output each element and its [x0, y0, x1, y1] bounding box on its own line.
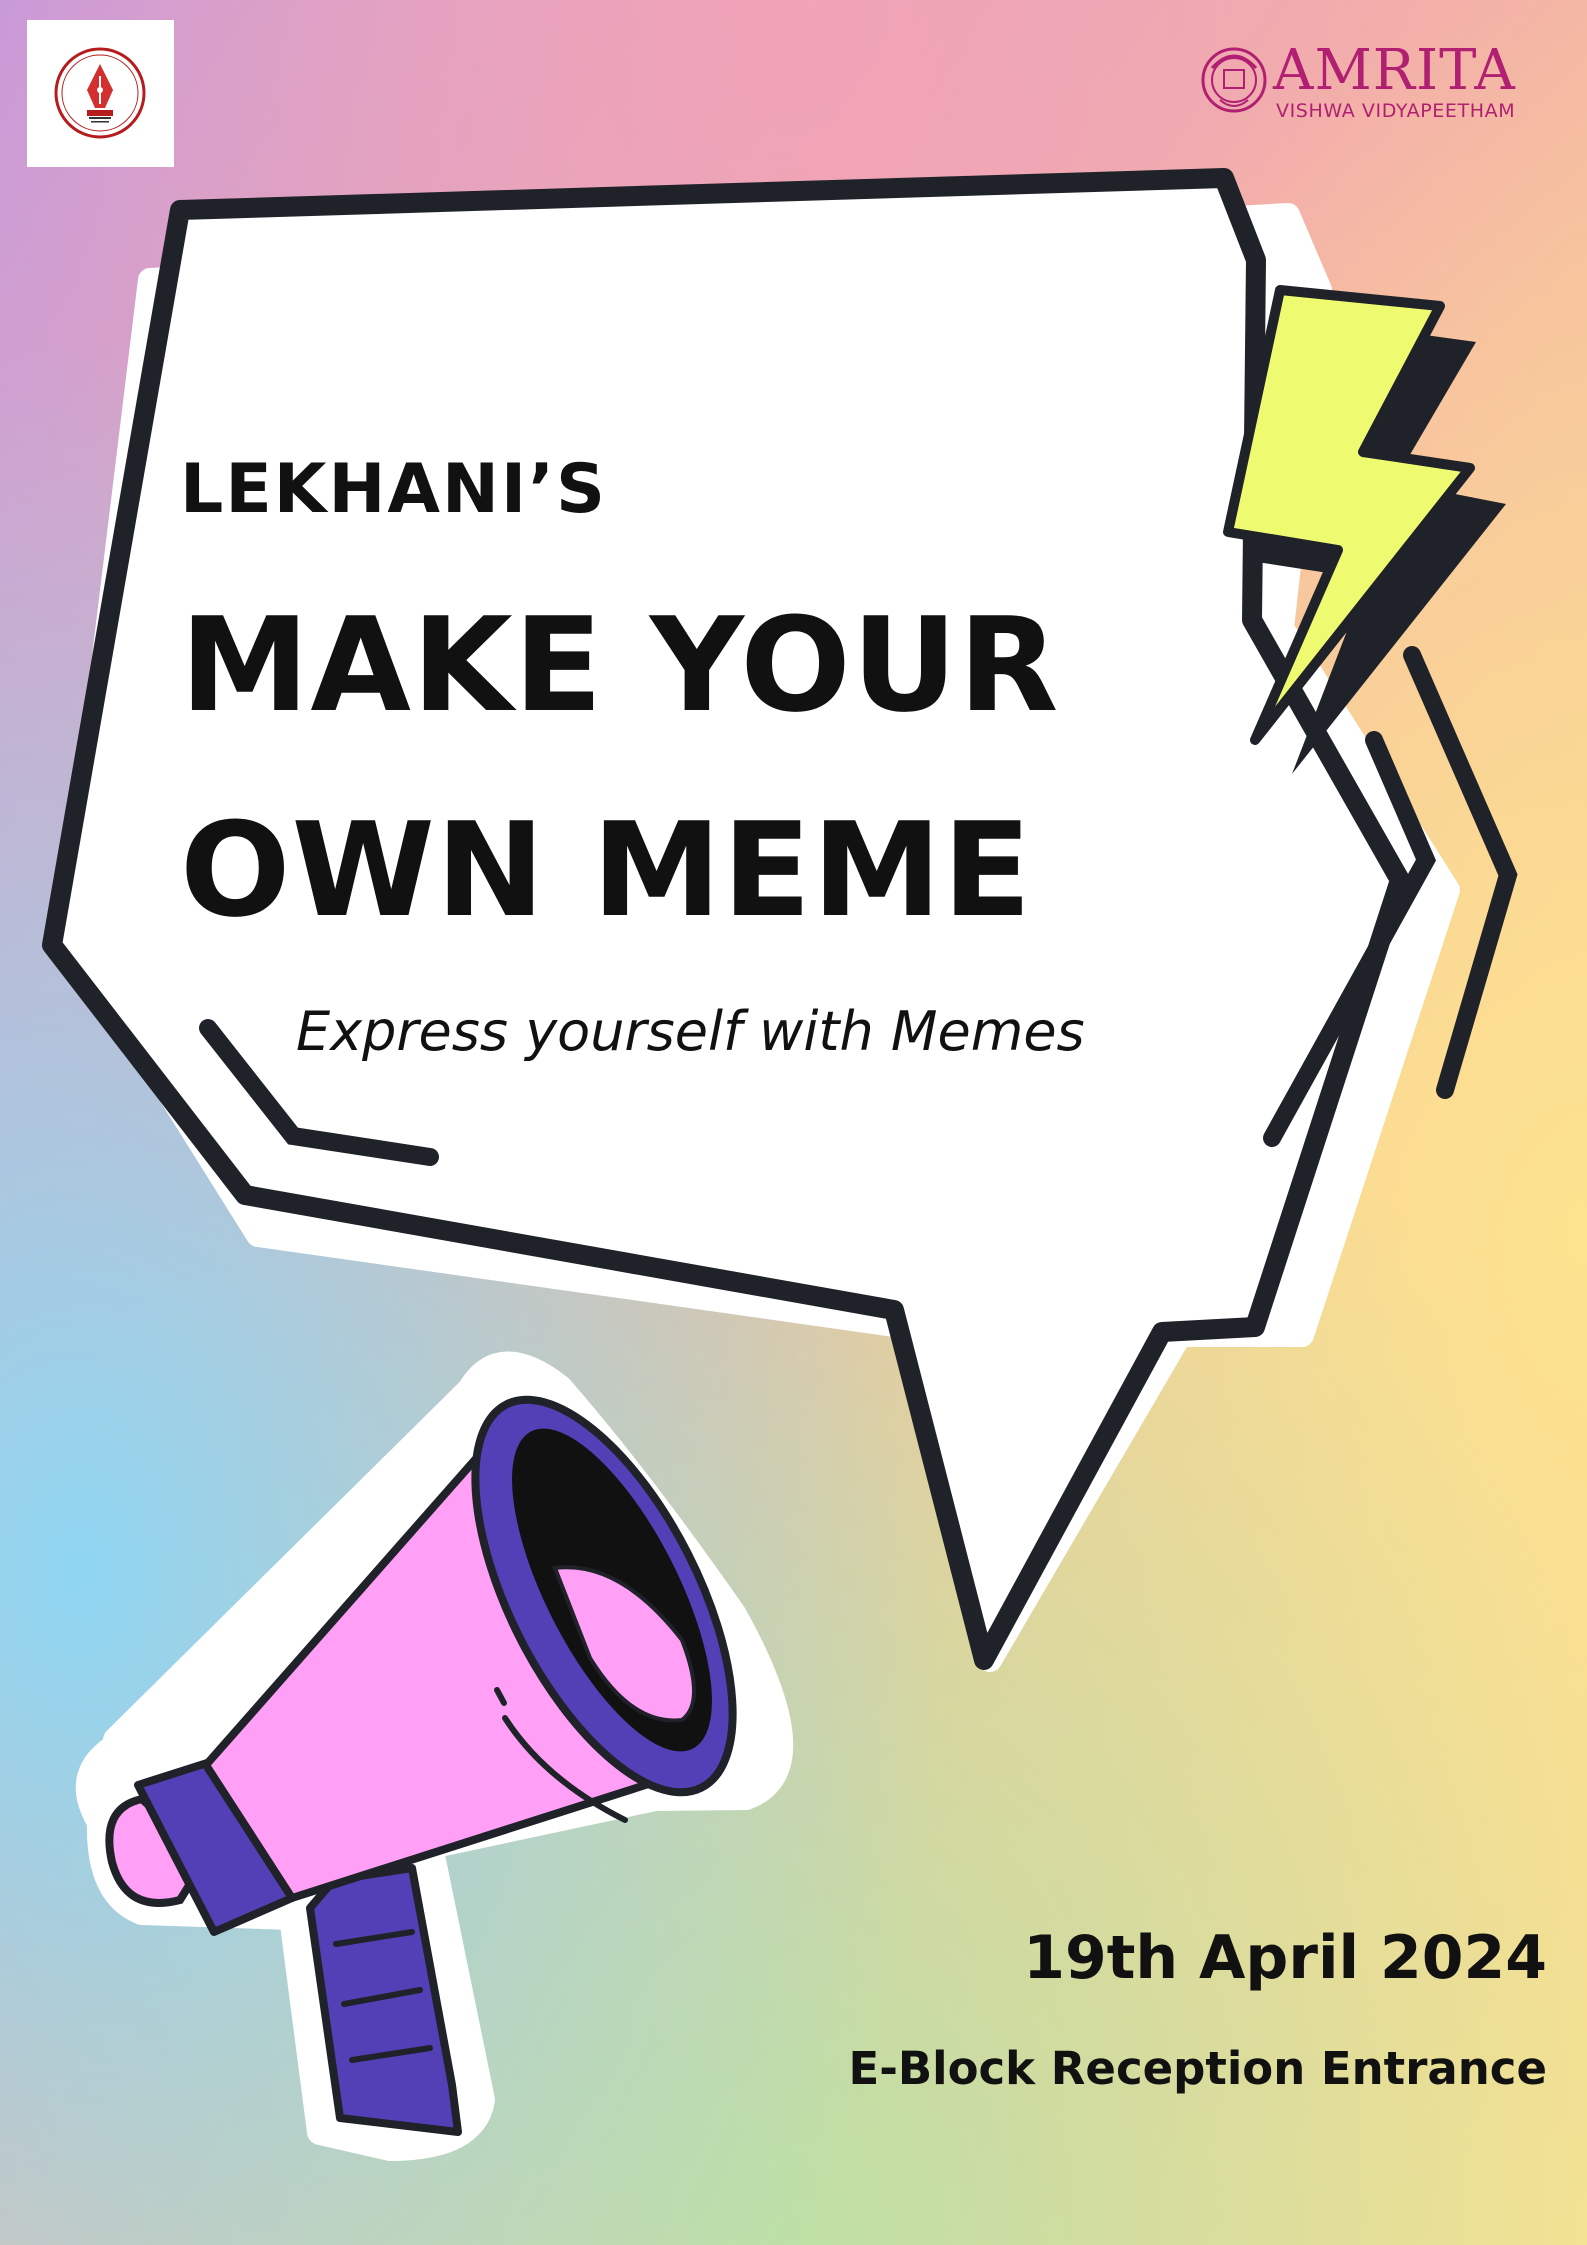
poster-artwork: [42, 168, 1518, 2161]
event-tagline: Express yourself with Memes: [296, 1000, 1085, 1063]
megaphone-icon: [75, 1351, 794, 2161]
event-title-line-2: OWN MEME: [180, 794, 1033, 946]
lightning-bolt-icon: [1223, 285, 1506, 774]
organizer-kicker: LEKHANI’S: [180, 450, 608, 529]
event-venue: E-Block Reception Entrance: [848, 2042, 1547, 2095]
event-date: 19th April 2024: [1023, 1923, 1547, 1993]
event-title-line-1: MAKE YOUR: [180, 589, 1060, 741]
event-poster: AMRITA VISHWA VIDYAPEETHAM LEKHANI’S MAK…: [0, 0, 1587, 2245]
